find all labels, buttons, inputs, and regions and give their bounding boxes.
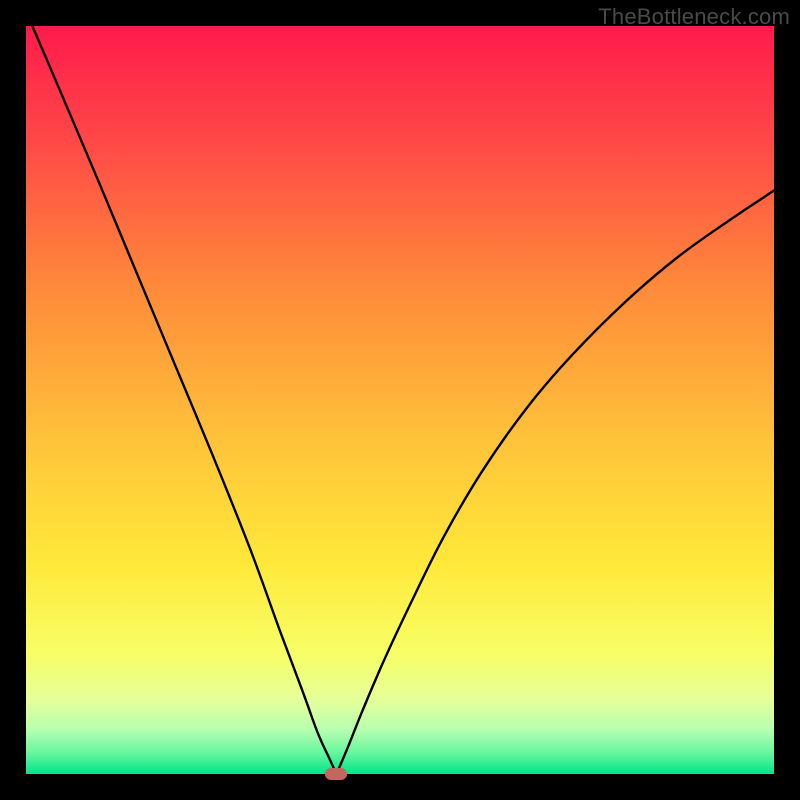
gradient-background [26, 26, 774, 774]
plot-area [26, 26, 774, 774]
minimum-marker [325, 768, 347, 780]
watermark-text: TheBottleneck.com [598, 4, 790, 30]
chart-outer-frame: TheBottleneck.com [0, 0, 800, 800]
plot-svg [26, 26, 774, 774]
